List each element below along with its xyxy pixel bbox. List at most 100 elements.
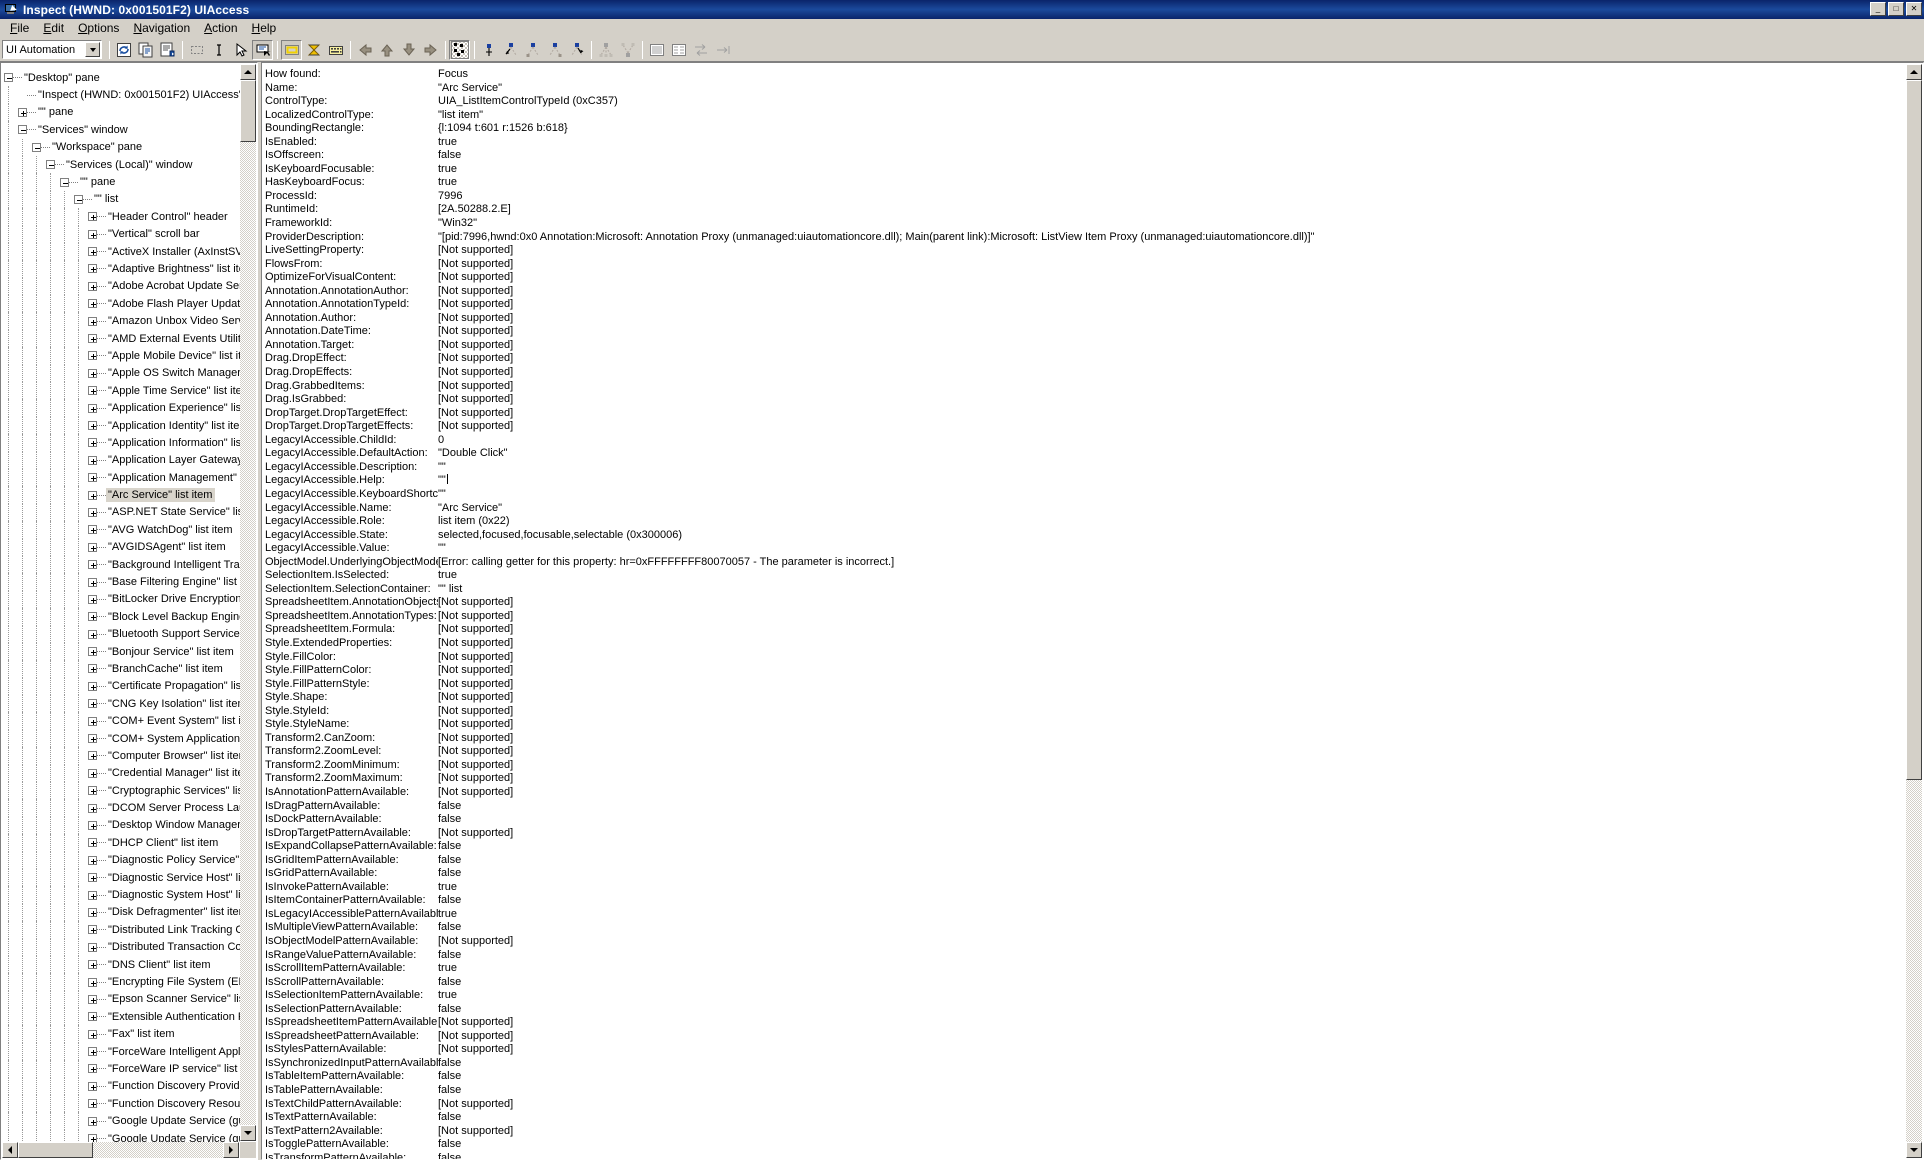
navigate-left-icon[interactable] xyxy=(354,39,375,60)
expand-plus-icon[interactable] xyxy=(88,247,97,257)
property-row[interactable]: Annotation.DateTime: [Not supported] xyxy=(265,325,1905,339)
collapse-minus-icon[interactable] xyxy=(60,177,69,187)
tree-node[interactable]: "Desktop" pane xyxy=(1,69,240,86)
tree-node-label[interactable]: "Adaptive Brightness" list item xyxy=(106,263,240,275)
tree-node[interactable]: "Fax" list item xyxy=(1,1025,240,1043)
expand-plus-icon[interactable] xyxy=(88,334,97,344)
property-row[interactable]: LocalizedControlType: "list item" xyxy=(265,109,1905,123)
property-row[interactable]: ProviderDescription: "[pid:7996,hwnd:0x0 … xyxy=(265,231,1905,245)
tree-node[interactable]: "Bluetooth Support Service" list item xyxy=(1,625,240,643)
tree-node-label[interactable]: "Base Filtering Engine" list item xyxy=(106,576,240,588)
property-row[interactable]: IsDropTargetPatternAvailable: [Not suppor… xyxy=(265,827,1905,841)
tree-node[interactable]: "Adobe Acrobat Update Service" list item xyxy=(1,277,240,296)
tree-node[interactable]: "Workspace" pane xyxy=(1,138,240,156)
properties-vscroll-thumb[interactable] xyxy=(1906,80,1922,780)
properties-icon[interactable] xyxy=(157,39,178,60)
tree-node[interactable]: "Apple Time Service" list item xyxy=(1,382,240,400)
property-row[interactable]: LegacyIAccessible.DefaultAction: "Double … xyxy=(265,447,1905,461)
property-row[interactable]: IsInvokePatternAvailable: true xyxy=(265,881,1905,895)
tree-node[interactable]: "Encrypting File System (EFS)" list item xyxy=(1,973,240,991)
tree-node-label[interactable]: "Apple Time Service" list item xyxy=(106,385,240,397)
tree-node[interactable]: "Google Update Service (gupdatem)" list … xyxy=(1,1129,240,1142)
menu-item-action[interactable]: Action xyxy=(197,19,244,38)
expand-plus-icon[interactable] xyxy=(88,281,97,291)
watch-tooltip-icon[interactable] xyxy=(252,39,273,60)
property-row[interactable]: IsSynchronizedInputPatternAvailable: fals… xyxy=(265,1057,1905,1071)
property-row[interactable]: Drag.GrabbedItems: [Not supported] xyxy=(265,380,1905,394)
tree-node-label[interactable]: "Computer Browser" list item xyxy=(106,750,240,762)
tree-node[interactable]: "" pane xyxy=(1,103,240,122)
copy-icon[interactable] xyxy=(135,39,156,60)
property-row[interactable]: Annotation.AnnotationTypeId: [Not support… xyxy=(265,298,1905,312)
tree-node-label[interactable]: "ActiveX Installer (AxInstSV)" list item xyxy=(106,246,240,258)
tree-vscroll-track[interactable] xyxy=(240,80,256,1125)
swap-view-icon[interactable] xyxy=(690,39,711,60)
property-row[interactable]: SpreadsheetItem.Formula: [Not supported] xyxy=(265,623,1905,637)
tree-node[interactable]: "Google Update Service (gupdate)" list i… xyxy=(1,1112,240,1130)
tree-node-label[interactable]: "Vertical" scroll bar xyxy=(106,228,200,240)
tree-node-label[interactable]: "" pane xyxy=(78,176,115,188)
tree-node[interactable]: "Disk Defragmenter" list item xyxy=(1,903,240,922)
expand-plus-icon[interactable] xyxy=(88,925,97,935)
tree-node-label[interactable]: "COM+ Event System" list item xyxy=(106,715,240,727)
property-row[interactable]: Style.FillColor: [Not supported] xyxy=(265,651,1905,665)
property-row[interactable]: ObjectModel.UnderlyingObjectModel: [Error… xyxy=(265,556,1905,570)
expand-plus-icon[interactable] xyxy=(88,664,97,674)
tree-node-label[interactable]: "Distributed Transaction Coordinator" li… xyxy=(106,941,240,953)
property-row[interactable]: RuntimeId: [2A.50288.2.E] xyxy=(265,203,1905,217)
tree-node-label[interactable]: "DNS Client" list item xyxy=(106,959,211,971)
collapse-minus-icon[interactable] xyxy=(18,125,27,135)
expand-plus-icon[interactable] xyxy=(88,942,97,952)
property-row[interactable]: LegacyIAccessible.Role: list item (0x22) xyxy=(265,515,1905,529)
collapse-minus-icon[interactable] xyxy=(74,194,83,204)
expand-plus-icon[interactable] xyxy=(88,1047,97,1057)
expand-plus-icon[interactable] xyxy=(88,751,97,761)
expand-plus-icon[interactable] xyxy=(88,403,97,413)
navigate-right-icon[interactable] xyxy=(420,39,441,60)
tree-node-label[interactable]: "Diagnostic Service Host" list item xyxy=(106,872,240,884)
tree-scroll-left-button[interactable] xyxy=(2,1142,18,1158)
detail-view-icon[interactable] xyxy=(668,39,689,60)
tree-descendants-icon[interactable] xyxy=(595,39,616,60)
tree-node[interactable]: "" pane xyxy=(1,173,240,191)
tree-node[interactable]: "Inspect (HWND: 0x001501F2) UIAccess" xyxy=(1,86,240,104)
navigate-up-icon[interactable] xyxy=(376,39,397,60)
tree-scroll-down-button[interactable] xyxy=(240,1125,256,1141)
tree-node[interactable]: "Arc Service" list item xyxy=(1,486,240,504)
expand-plus-icon[interactable] xyxy=(88,768,97,778)
property-row[interactable]: DropTarget.DropTargetEffect: [Not support… xyxy=(265,407,1905,421)
tree-node-label[interactable]: "Apple Mobile Device" list item xyxy=(106,350,240,362)
property-row[interactable]: IsSpreadsheetItemPatternAvailable: [Not s… xyxy=(265,1016,1905,1030)
property-row[interactable]: IsObjectModelPatternAvailable: [Not suppo… xyxy=(265,935,1905,949)
property-row[interactable]: IsScrollPatternAvailable: false xyxy=(265,976,1905,990)
tree-node-label[interactable]: "BranchCache" list item xyxy=(106,663,223,675)
tree-node[interactable]: "Cryptographic Services" list item xyxy=(1,782,240,800)
property-row[interactable]: Drag.DropEffect: [Not supported] xyxy=(265,352,1905,366)
property-row[interactable]: IsAnnotationPatternAvailable: [Not suppor… xyxy=(265,786,1905,800)
property-row[interactable]: Name: "Arc Service" xyxy=(265,82,1905,96)
tree-node[interactable]: "Certificate Propagation" list item xyxy=(1,677,240,696)
properties-vertical-scrollbar[interactable] xyxy=(1906,64,1922,1158)
menu-item-file[interactable]: File xyxy=(3,19,36,38)
tree-node[interactable]: "DHCP Client" list item xyxy=(1,834,240,852)
tree-node-label[interactable]: "CNG Key Isolation" list item xyxy=(106,698,240,710)
tree-node[interactable]: "CNG Key Isolation" list item xyxy=(1,695,240,713)
tree-node-label[interactable]: "Function Discovery Provider Host" list … xyxy=(106,1080,240,1092)
expand-plus-icon[interactable] xyxy=(88,368,97,378)
tree-node-label[interactable]: "Diagnostic Policy Service" list item xyxy=(106,854,240,866)
property-row[interactable]: Annotation.Author: [Not supported] xyxy=(265,312,1905,326)
property-row[interactable]: IsTransformPatternAvailable: false xyxy=(265,1152,1905,1159)
tree-node-label[interactable]: "COM+ System Application" list item xyxy=(106,733,240,745)
expand-plus-icon[interactable] xyxy=(88,212,97,222)
expand-plus-icon[interactable] xyxy=(88,647,97,657)
tree-node[interactable]: "Services (Local)" window xyxy=(1,155,240,174)
property-row[interactable]: IsEnabled: true xyxy=(265,136,1905,150)
property-row[interactable]: LegacyIAccessible.Help: "" xyxy=(265,474,1905,488)
property-row[interactable]: Transform2.ZoomMaximum: [Not supported] xyxy=(265,772,1905,786)
tree-node[interactable]: "Epson Scanner Service" list item xyxy=(1,990,240,1009)
tree-node-label[interactable]: "Adobe Flash Player Update Service" list… xyxy=(106,298,240,310)
expand-plus-icon[interactable] xyxy=(88,873,97,883)
property-row[interactable]: How found: Focus xyxy=(265,68,1905,82)
property-row[interactable]: IsTableItemPatternAvailable: false xyxy=(265,1070,1905,1084)
expand-plus-icon[interactable] xyxy=(88,594,97,604)
